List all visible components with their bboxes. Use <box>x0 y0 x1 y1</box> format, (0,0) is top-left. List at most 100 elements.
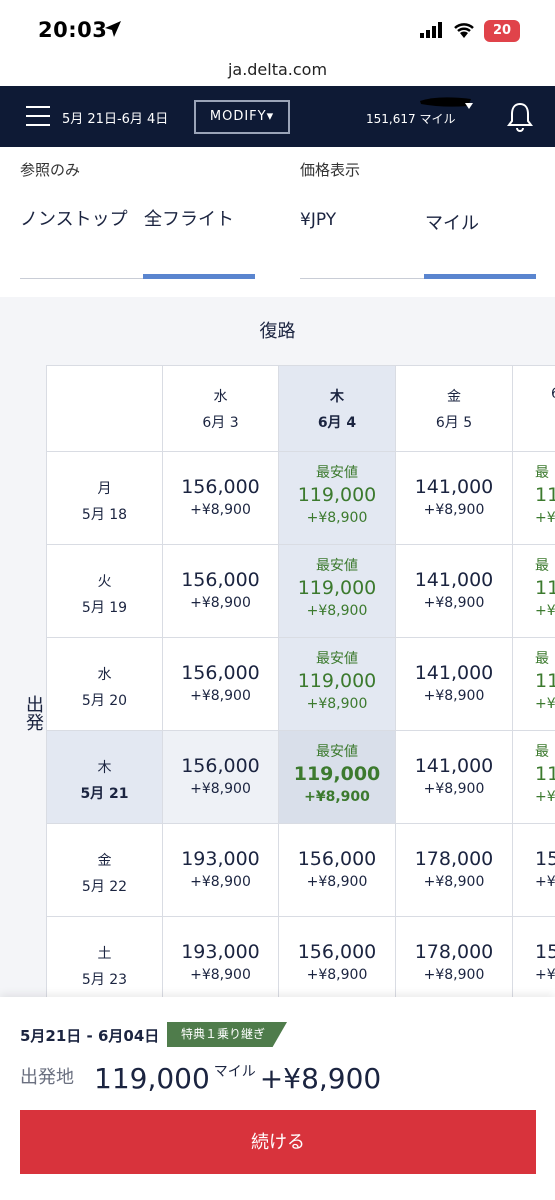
fare-cell[interactable]: 156,000 +¥8,900 <box>162 637 279 731</box>
fare-fee: +¥8,900 <box>190 874 251 890</box>
price-display-label: 価格表示 <box>300 161 361 179</box>
cheapest-tag: 最 <box>535 558 549 574</box>
fare-miles: 141,000 <box>414 476 494 498</box>
fare-miles: 11 <box>535 670 555 692</box>
browser-url[interactable]: ja.delta.com <box>0 60 555 79</box>
account-caret-icon[interactable] <box>464 102 474 110</box>
selection-summary: 5月21日 - 6月04日 特典１乗り継ぎ 出発地 119,000 マイル +¥8,… <box>0 997 555 1200</box>
nonstop-underline <box>20 278 143 279</box>
range-end: 6月04日 <box>97 1027 160 1045</box>
fare-fee: +¥8,900 <box>190 688 251 704</box>
fare-cell[interactable]: 156,000 +¥8,900 <box>278 823 396 917</box>
miles-selected-indicator <box>424 274 536 279</box>
fare-miles: 141,000 <box>414 662 494 684</box>
total-miles: 119,000 <box>94 1062 210 1095</box>
row-header: 火 5月 19 <box>46 544 163 638</box>
fare-miles: 178,000 <box>414 941 494 963</box>
grid-corner <box>46 365 163 452</box>
fare-cell[interactable]: 193,000 +¥8,900 <box>162 916 279 997</box>
award-connection-badge: 特典１乗り継ぎ <box>167 1022 288 1047</box>
fare-fee: +¥8,900 <box>423 502 485 518</box>
row-header-selected: 木 5月 21 <box>46 730 163 824</box>
fare-cell[interactable]: 156,000 +¥8,900 <box>162 730 279 824</box>
nonstop-option[interactable]: ノンストップ <box>20 205 130 235</box>
row-date: 5月 18 <box>81 507 128 523</box>
cheapest-tag: 最安値 <box>316 651 358 667</box>
row-date: 5月 19 <box>81 600 128 616</box>
fare-fee: +¥8,900 <box>423 874 485 890</box>
row-header: 水 5月 20 <box>46 637 163 731</box>
fare-cell[interactable]: 178,000 +¥8,900 <box>395 823 513 917</box>
bell-icon[interactable] <box>507 102 533 132</box>
fare-cell[interactable]: 141,000 +¥8,900 <box>395 730 513 824</box>
fare-cell[interactable]: 156,000 +¥8,900 <box>162 544 279 638</box>
continue-button[interactable]: 続ける <box>20 1110 536 1174</box>
fare-fee: +¥8,900 <box>306 510 368 526</box>
fare-fee: +¥ <box>535 789 555 805</box>
column-dow: 木 <box>330 389 344 405</box>
fare-miles: 178,000 <box>414 848 494 870</box>
fare-miles: 156,000 <box>297 848 377 870</box>
row-date: 5月 21 <box>80 786 129 802</box>
cheapest-tag: 最 <box>535 465 549 481</box>
fare-cell[interactable]: 15 +¥ <box>512 916 555 997</box>
fare-fee: +¥8,900 <box>306 603 368 619</box>
fare-cell-cheapest[interactable]: 最 11 +¥ <box>512 451 555 545</box>
fare-miles: 119,000 <box>297 577 377 599</box>
jpy-option[interactable]: ¥JPY <box>300 205 336 235</box>
jpy-underline <box>300 278 424 279</box>
view-only-label: 参照のみ <box>20 161 81 179</box>
fare-cell[interactable]: 141,000 +¥8,900 <box>395 451 513 545</box>
fare-miles: 193,000 <box>181 941 260 963</box>
fare-cell[interactable]: 156,000 +¥8,900 <box>278 916 396 997</box>
cheapest-tag: 最安値 <box>316 465 358 481</box>
row-date: 5月 20 <box>81 693 128 709</box>
fare-cell[interactable]: 156,000 +¥8,900 <box>162 451 279 545</box>
fare-cell-cheapest[interactable]: 最安値 119,000 +¥8,900 <box>278 451 396 545</box>
fare-cell[interactable]: 141,000 +¥8,900 <box>395 637 513 731</box>
cheapest-tag: 最安値 <box>316 744 358 760</box>
range-separator: - <box>81 1027 98 1045</box>
fare-miles: 141,000 <box>414 755 494 777</box>
miles-unit: マイル <box>213 1064 256 1080</box>
fare-cell[interactable]: 15 +¥ <box>512 823 555 917</box>
battery-icon: 20 <box>484 20 520 42</box>
hamburger-menu-icon[interactable] <box>26 106 50 126</box>
fare-miles: 15 <box>535 848 555 870</box>
fare-fee: +¥8,900 <box>190 967 251 983</box>
fare-cell[interactable]: 141,000 +¥8,900 <box>395 544 513 638</box>
row-dow: 金 <box>97 853 112 869</box>
column-header: 6 <box>512 365 555 452</box>
origin-label: 出発地 <box>20 1067 74 1088</box>
fare-miles: 156,000 <box>297 941 377 963</box>
fare-cell-cheapest[interactable]: 最安値 119,000 +¥8,900 <box>278 637 396 731</box>
fare-miles: 156,000 <box>181 569 260 591</box>
fare-cell-selected[interactable]: 最安値 119,000 +¥8,900 <box>278 730 396 824</box>
fare-cell-cheapest[interactable]: 最 11 +¥ <box>512 544 555 638</box>
fare-cell-cheapest[interactable]: 最 11 +¥ <box>512 730 555 824</box>
cheapest-tag: 最安値 <box>316 558 358 574</box>
modify-label: MODIFY <box>209 109 267 124</box>
fare-fee: +¥8,900 <box>423 688 485 704</box>
row-dow: 水 <box>97 667 112 683</box>
miles-balance[interactable]: 151,617 マイル <box>366 110 455 127</box>
modify-button[interactable]: MODIFY▾ <box>194 100 290 134</box>
fare-fee: +¥8,900 <box>190 781 251 797</box>
fare-fee: +¥8,900 <box>423 595 485 611</box>
fare-cell-cheapest[interactable]: 最安値 119,000 +¥8,900 <box>278 544 396 638</box>
all-flights-option[interactable]: 全フライト <box>144 205 234 235</box>
column-dow: 金 <box>447 389 461 405</box>
miles-option[interactable]: マイル <box>425 209 479 239</box>
fare-fee: +¥ <box>535 603 555 619</box>
wifi-icon <box>454 23 474 38</box>
location-arrow-icon <box>105 21 121 37</box>
fare-miles: 119,000 <box>293 763 381 785</box>
fare-cell-cheapest[interactable]: 最 11 +¥ <box>512 637 555 731</box>
fare-cell[interactable]: 178,000 +¥8,900 <box>395 916 513 997</box>
filter-panel: 参照のみ ノンストップ 全フライト 価格表示 ¥JPY マイル <box>0 147 555 297</box>
fare-cell[interactable]: 193,000 +¥8,900 <box>162 823 279 917</box>
fare-miles: 156,000 <box>181 662 260 684</box>
column-date: 6月 4 <box>317 415 357 431</box>
row-header: 金 5月 22 <box>46 823 163 917</box>
fare-miles: 141,000 <box>414 569 494 591</box>
